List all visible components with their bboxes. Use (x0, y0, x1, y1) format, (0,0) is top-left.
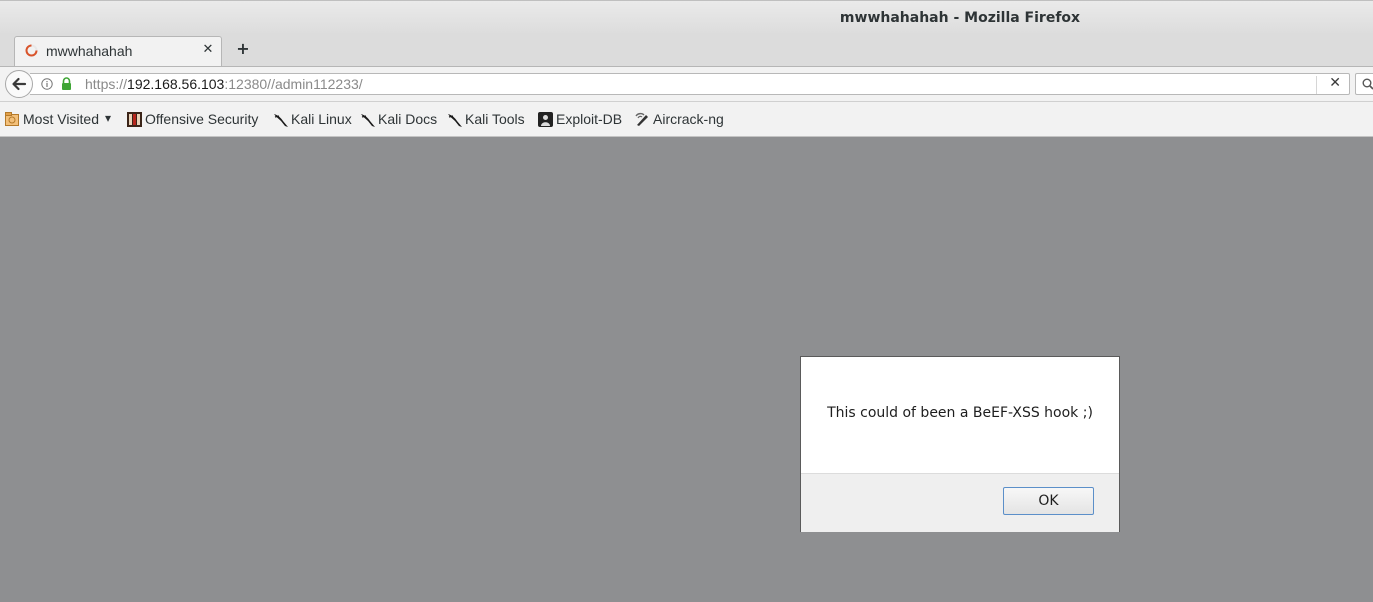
window-titlebar[interactable]: mwwhahahah - Mozilla Firefox (0, 0, 1373, 35)
loading-spinner-icon (25, 44, 38, 57)
alert-dialog: This could of been a BeEF-XSS hook ;) OK (800, 356, 1120, 532)
bookmark-label: Most Visited (23, 111, 99, 127)
back-arrow-icon (12, 77, 27, 91)
url-separator (1316, 76, 1317, 94)
tab-close-icon[interactable]: ✕ (201, 42, 215, 58)
url-scheme: https:// (85, 76, 128, 92)
page-content (0, 137, 1373, 602)
bookmark-offensive-security[interactable]: Offensive Security (127, 110, 267, 130)
chevron-down-icon: ▾ (105, 111, 112, 125)
exploitdb-icon (538, 112, 553, 127)
dialog-message: This could of been a BeEF-XSS hook ;) (827, 405, 1093, 421)
bookmark-label: Exploit-DB (556, 111, 623, 127)
lock-icon[interactable] (61, 77, 72, 90)
bookmark-kali-linux[interactable]: Kali Linux (273, 110, 355, 130)
url-path: :12380//admin112233/ (224, 76, 363, 92)
bookmark-label: Offensive Security (145, 111, 259, 127)
offsec-icon (127, 112, 142, 127)
bookmark-kali-tools[interactable]: Kali Tools (447, 110, 532, 130)
bookmark-label: Kali Linux (291, 111, 352, 127)
tab-strip: mwwhahahah ✕ + (0, 34, 1373, 67)
back-button[interactable] (5, 70, 33, 98)
bookmark-label: Kali Tools (465, 111, 525, 127)
bookmark-exploit-db[interactable]: Exploit-DB (538, 110, 628, 130)
url-host: 192.168.56.103 (127, 76, 225, 92)
url-bar[interactable]: https://192.168.56.103:12380//admin11223… (30, 73, 1350, 95)
window-title: mwwhahahah - Mozilla Firefox (839, 10, 1081, 26)
bookmark-aircrack-ng[interactable]: Aircrack-ng (635, 110, 727, 130)
kali-dragon-icon (274, 114, 288, 127)
navigation-bar: https://192.168.56.103:12380//admin11223… (0, 67, 1373, 102)
info-icon[interactable] (41, 78, 53, 90)
dialog-footer: OK (801, 473, 1119, 532)
ok-button[interactable]: OK (1003, 487, 1094, 515)
bookmark-label: Aircrack-ng (653, 111, 724, 127)
search-box[interactable] (1355, 73, 1373, 95)
tab-title: mwwhahahah (46, 43, 133, 59)
url-text[interactable]: https://192.168.56.103:12380//admin11223… (85, 76, 363, 92)
bookmark-label: Kali Docs (378, 111, 438, 127)
new-tab-button[interactable]: + (233, 38, 253, 60)
tab-active[interactable]: mwwhahahah ✕ (14, 36, 222, 66)
aircrack-icon (635, 112, 648, 126)
bookmarks-toolbar: Most Visited ▾ Offensive Security Kali L… (0, 102, 1373, 137)
most-visited-icon (5, 112, 19, 126)
search-icon (1362, 78, 1373, 90)
bookmark-kali-docs[interactable]: Kali Docs (360, 110, 442, 130)
kali-dragon-icon (448, 114, 462, 127)
bookmark-most-visited[interactable]: Most Visited ▾ (5, 110, 117, 130)
clear-url-icon[interactable]: ✕ (1329, 75, 1341, 91)
kali-dragon-icon (361, 114, 375, 127)
